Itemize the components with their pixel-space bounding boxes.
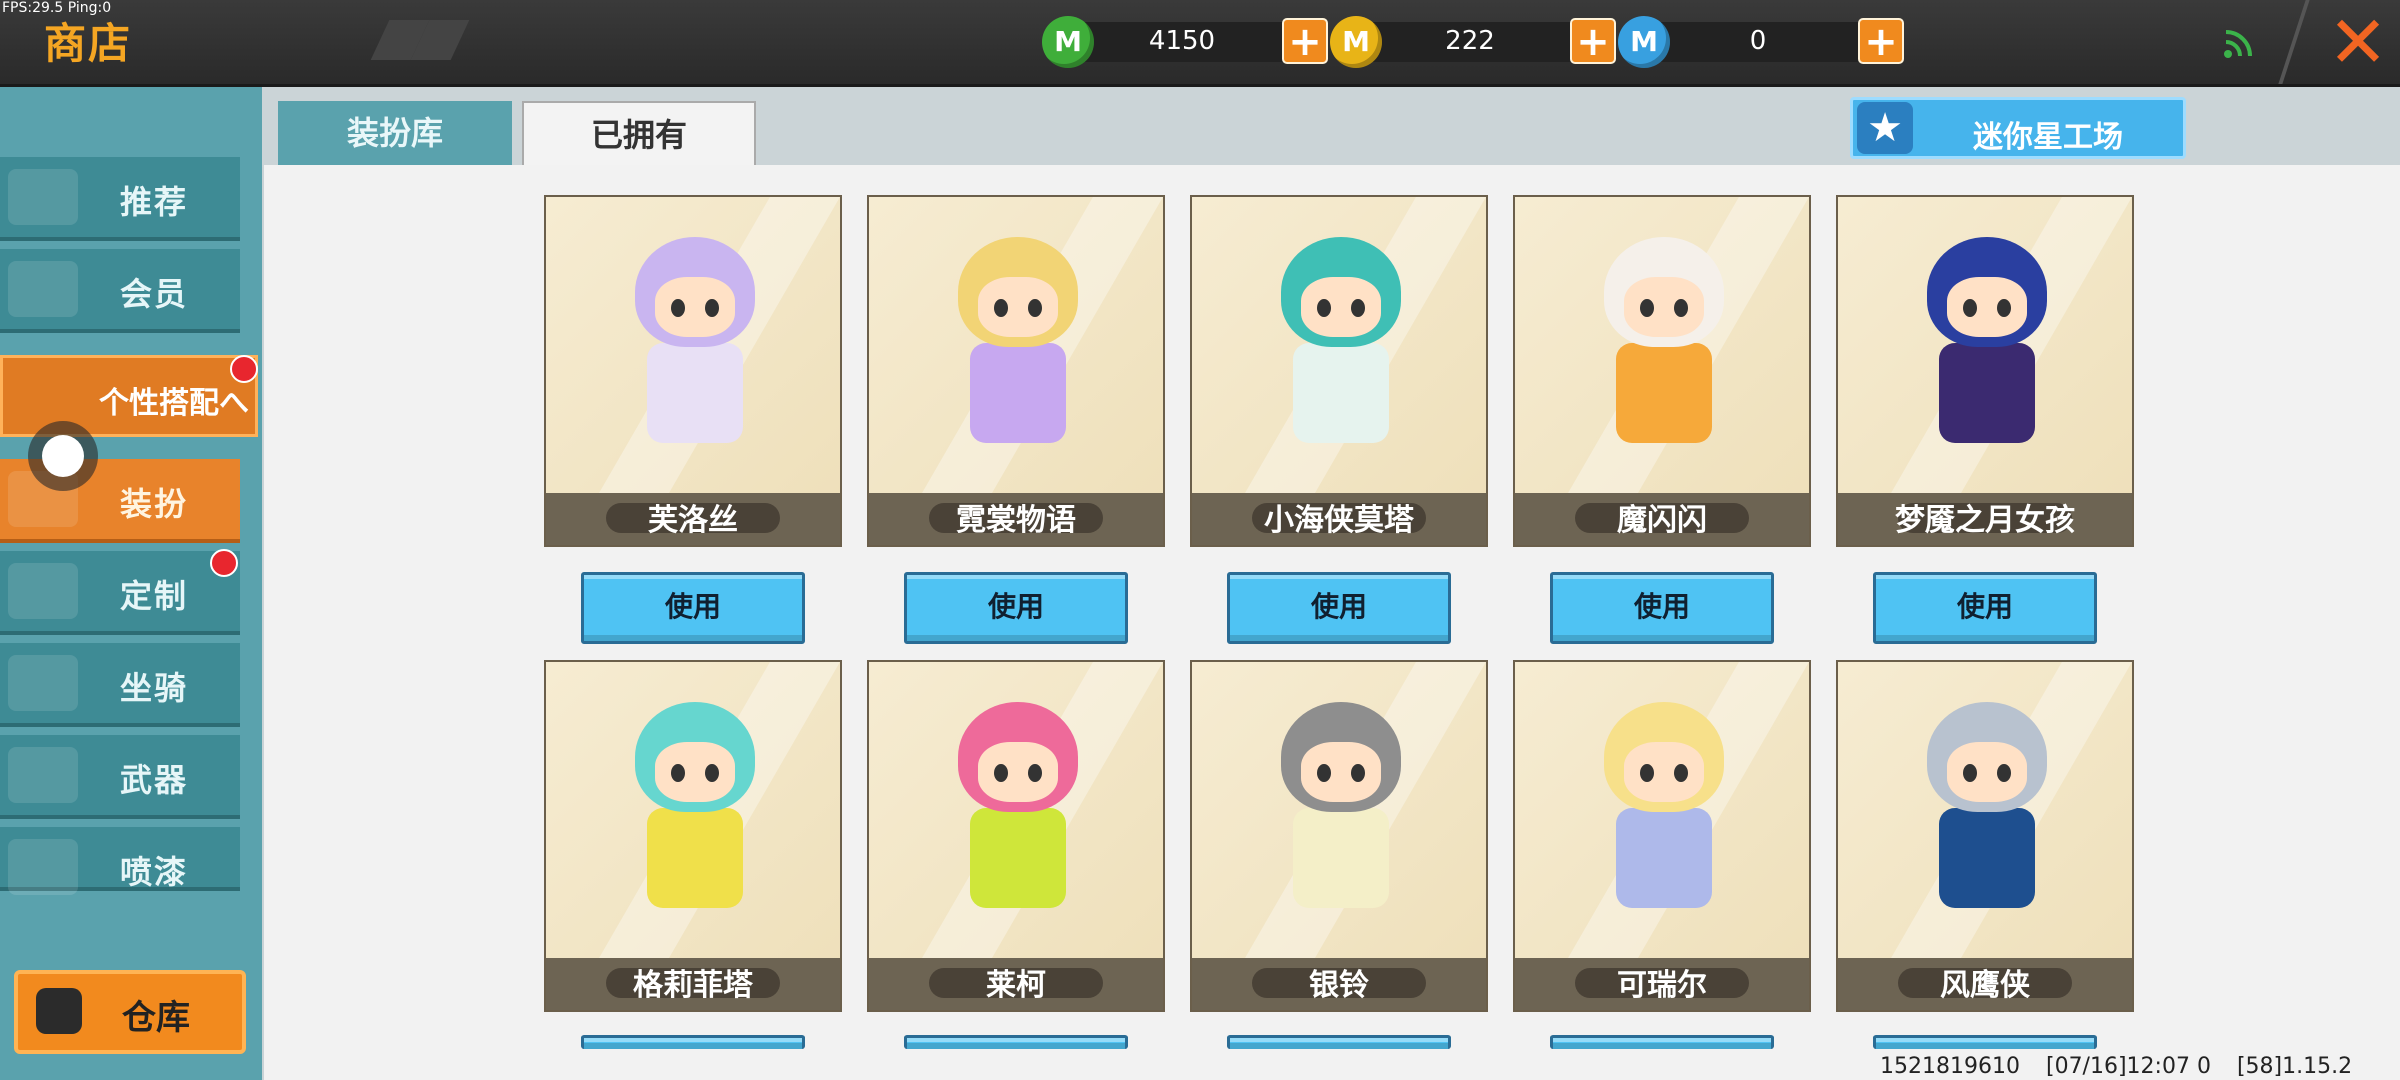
skin-name: 风鹰侠 xyxy=(1940,968,2030,1003)
green-coin-icon: M xyxy=(1042,16,1094,68)
thumbs-up-icon xyxy=(8,169,78,225)
character-image xyxy=(625,237,765,457)
skin-name: 梦魇之月女孩 xyxy=(1895,503,2075,538)
notification-dot xyxy=(210,549,238,577)
skin-grid: 芙洛丝使用 霓裳物语使用 小海侠莫塔使用 魔闪闪使用 梦魇之月女孩使用格莉菲塔 莱柯 银铃 可… xyxy=(264,165,2400,1080)
star-icon: ★ xyxy=(1857,102,1913,154)
add-green-coin-button[interactable]: + xyxy=(1282,18,1328,64)
skin-card[interactable]: 格莉菲塔 xyxy=(544,660,842,1012)
pencil-icon xyxy=(8,563,78,619)
blue-coin-icon: M xyxy=(1618,16,1670,68)
virtual-joystick[interactable] xyxy=(28,421,98,491)
sidebar-group-personal-style[interactable]: 个性搭配へ xyxy=(0,355,258,437)
gold-coin-icon: M xyxy=(1330,16,1382,68)
character-image xyxy=(948,702,1088,922)
sidebar-item-member[interactable]: 会员 xyxy=(0,249,240,333)
skin-name: 莱柯 xyxy=(986,968,1046,1003)
skin-card[interactable]: 梦魇之月女孩 xyxy=(1836,195,2134,547)
chest-icon xyxy=(36,988,82,1034)
main-panel: 装扮库 已拥有 ★ 迷你星工场 芙洛丝使用 霓裳物语使用 小海侠莫塔使用 魔闪闪使用 梦… xyxy=(262,87,2400,1080)
user-id: 1521819610 xyxy=(1880,1054,2020,1079)
character-image xyxy=(1271,237,1411,457)
character-image xyxy=(1271,702,1411,922)
version: [58]1.15.2 xyxy=(2236,1054,2353,1079)
skin-name: 霓裳物语 xyxy=(956,503,1076,538)
sidebar-item-custom[interactable]: 定制 xyxy=(0,551,240,635)
character-image xyxy=(625,702,765,922)
gun-icon xyxy=(8,747,78,803)
top-bar: FPS:29.5 Ping:0 商店 M 4150 + M 222 + M 0 … xyxy=(0,0,2400,87)
tab-wardrobe[interactable]: 装扮库 xyxy=(278,101,512,165)
tab-bar: 装扮库 已拥有 ★ 迷你星工场 xyxy=(262,87,2400,167)
sidebar-item-weapon[interactable]: 武器 xyxy=(0,735,240,819)
use-button[interactable]: 使用 xyxy=(1227,572,1451,644)
sidebar: 推荐 会员 个性搭配へ 装扮 定制 坐骑 武器 喷漆 xyxy=(0,87,262,1080)
skin-name: 可瑞尔 xyxy=(1617,968,1707,1003)
signal-icon xyxy=(2224,30,2252,58)
use-button[interactable]: 使用 xyxy=(904,572,1128,644)
character-image xyxy=(1594,702,1734,922)
skin-card[interactable]: 可瑞尔 xyxy=(1513,660,1811,1012)
notification-dot xyxy=(230,355,258,383)
character-image xyxy=(1917,237,2057,457)
skin-card[interactable]: 霓裳物语 xyxy=(867,195,1165,547)
skin-name: 格莉菲塔 xyxy=(633,968,753,1003)
add-gold-coin-button[interactable]: + xyxy=(1570,18,1616,64)
sidebar-item-mount[interactable]: 坐骑 xyxy=(0,643,240,727)
character-image xyxy=(1594,237,1734,457)
add-blue-coin-button[interactable]: + xyxy=(1858,18,1904,64)
use-button[interactable] xyxy=(1550,1035,1774,1049)
mini-workshop-button[interactable]: ★ 迷你星工场 xyxy=(1850,97,2186,159)
skin-name: 小海侠莫塔 xyxy=(1264,503,1414,538)
use-button[interactable]: 使用 xyxy=(1873,572,2097,644)
mount-icon xyxy=(8,655,78,711)
skin-card[interactable]: 魔闪闪 xyxy=(1513,195,1811,547)
timestamp: [07/16]12:07 0 xyxy=(2045,1054,2211,1079)
use-button[interactable] xyxy=(904,1035,1128,1049)
tab-owned[interactable]: 已拥有 xyxy=(522,101,756,165)
page-title: 商店 xyxy=(44,19,133,68)
blue-coin-value: 0 xyxy=(1749,26,1767,56)
green-coin-value: 4150 xyxy=(1148,26,1216,56)
sidebar-item-spray[interactable]: 喷漆 xyxy=(0,827,240,895)
member-icon xyxy=(8,261,78,317)
skin-card[interactable]: 银铃 xyxy=(1190,660,1488,1012)
use-button[interactable]: 使用 xyxy=(581,572,805,644)
skin-card[interactable]: 莱柯 xyxy=(867,660,1165,1012)
character-image xyxy=(1917,702,2057,922)
use-button[interactable] xyxy=(1227,1035,1451,1049)
skin-name: 银铃 xyxy=(1309,968,1369,1003)
use-button[interactable]: 使用 xyxy=(1550,572,1774,644)
skin-name: 芙洛丝 xyxy=(648,503,738,538)
sidebar-item-recommend[interactable]: 推荐 xyxy=(0,157,240,241)
gold-coin-value: 222 xyxy=(1445,26,1495,56)
skin-card[interactable]: 芙洛丝 xyxy=(544,195,842,547)
close-icon[interactable]: ✕ xyxy=(2318,2,2398,82)
spray-can-icon xyxy=(8,839,78,895)
skin-card[interactable]: 风鹰侠 xyxy=(1836,660,2134,1012)
warehouse-button[interactable]: 仓库 xyxy=(14,970,246,1054)
character-image xyxy=(948,237,1088,457)
skin-card[interactable]: 小海侠莫塔 xyxy=(1190,195,1488,547)
skin-name: 魔闪闪 xyxy=(1617,503,1707,538)
footer-info: 1521819610 [07/16]12:07 0 [58]1.15.2 xyxy=(1880,1054,2378,1079)
use-button[interactable] xyxy=(1873,1035,2097,1049)
use-button[interactable] xyxy=(581,1035,805,1049)
